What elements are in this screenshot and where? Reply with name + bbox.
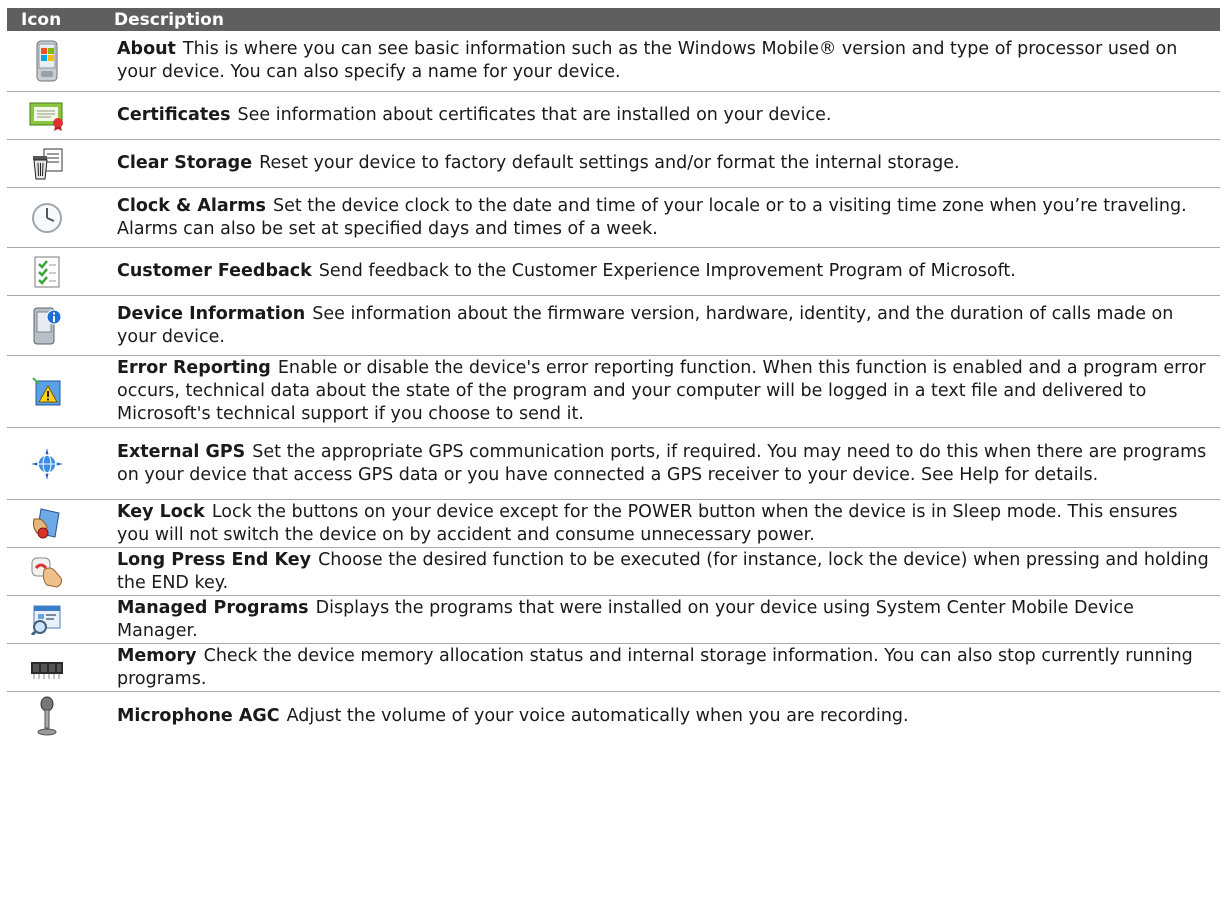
table-row: Error Reporting Enable or disable the dev… — [7, 356, 1220, 428]
settings-table: Icon Description About This is where you … — [7, 8, 1220, 740]
row-description: Set the appropriate GPS communication po… — [117, 441, 1207, 485]
memory-chip-icon — [7, 656, 110, 680]
row-title: Clear Storage — [117, 153, 253, 173]
row-title: Managed Programs — [117, 597, 309, 618]
row-title: Certificates — [117, 105, 231, 125]
row-title: Device Information — [117, 303, 306, 324]
row-description: Enable or disable the device's error rep… — [117, 358, 1206, 424]
row-description: See information about certificates that … — [237, 105, 832, 125]
table-row: Clear Storage Reset your device to factor… — [7, 140, 1220, 188]
checklist-icon — [7, 256, 110, 288]
row-title: Clock & Alarms — [117, 195, 266, 216]
row-title: Long Press End Key — [117, 549, 312, 570]
key-lock-icon — [7, 507, 110, 541]
row-title: Microphone AGC — [117, 705, 280, 726]
trash-storage-icon — [7, 148, 110, 180]
warning-icon — [7, 376, 110, 407]
gps-globe-icon — [7, 447, 110, 481]
row-description: Send feedback to the Customer Experience… — [318, 261, 1016, 281]
table-row: Device Information See information about … — [7, 296, 1220, 356]
table-row: Microphone AGC Adjust the volume of your … — [7, 692, 1220, 740]
table-row: Memory Check the device memory allocation… — [7, 644, 1220, 692]
row-description: This is where you can see basic informat… — [117, 39, 1178, 82]
table-row: Customer Feedback Send feedback to the Cu… — [7, 248, 1220, 296]
row-description: Set the device clock to the date and tim… — [117, 195, 1187, 239]
row-title: Error Reporting — [117, 358, 271, 378]
table-header: Icon Description — [7, 8, 1220, 31]
table-row: External GPS Set the appropriate GPS comm… — [7, 428, 1220, 500]
managed-programs-icon — [7, 605, 110, 635]
clock-icon — [7, 202, 110, 234]
table-row: Managed Programs Displays the programs th… — [7, 596, 1220, 644]
end-key-press-icon — [7, 556, 110, 588]
row-description: Check the device memory allocation statu… — [117, 645, 1193, 689]
row-title: Memory — [117, 645, 197, 666]
table-row: Key Lock Lock the buttons on your device … — [7, 500, 1220, 548]
row-title: Key Lock — [117, 501, 205, 522]
table-row: Long Press End Key Choose the desired fun… — [7, 548, 1220, 596]
row-title: Customer Feedback — [117, 261, 312, 281]
table-row: About This is where you can see basic inf… — [7, 31, 1220, 92]
table-row: Clock & Alarms Set the device clock to th… — [7, 188, 1220, 248]
device-info-icon — [7, 306, 110, 346]
row-title: External GPS — [117, 441, 246, 462]
row-description: Reset your device to factory default set… — [259, 153, 960, 173]
device-flag-icon — [7, 40, 110, 82]
certificate-icon — [7, 101, 110, 131]
row-title: About — [117, 39, 176, 59]
row-description: Adjust the volume of your voice automati… — [286, 705, 909, 726]
microphone-icon — [7, 696, 110, 736]
row-description: Lock the buttons on your device except f… — [117, 501, 1178, 545]
header-icon-label: Icon — [21, 9, 62, 30]
table-row: Certificates See information about certif… — [7, 92, 1220, 140]
header-description-label: Description — [114, 9, 224, 30]
